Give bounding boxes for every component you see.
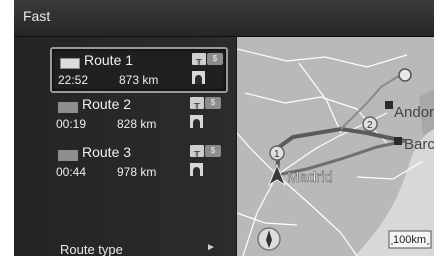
tunnel-icon	[190, 115, 203, 128]
route-marker-1-label: 1	[274, 149, 280, 160]
route-distance: 828 km	[117, 117, 157, 131]
route-color-swatch	[58, 102, 78, 113]
tunnel-icon	[190, 163, 203, 176]
route-color-swatch	[60, 58, 80, 69]
map-scale-label: 100km	[393, 234, 426, 246]
map-view[interactable]: Andor Barc 2 1 Madrid 100km	[236, 37, 434, 256]
route-type-label: Route type	[60, 242, 123, 256]
route-name: Route 2	[82, 96, 132, 112]
destination-pin-icon[interactable]	[398, 68, 412, 82]
highway-icon: ╥	[192, 53, 206, 65]
route-time: 00:44	[56, 165, 87, 179]
route-marker-2-label: 2	[367, 120, 373, 131]
chevron-right-icon: ►	[206, 242, 216, 253]
route-name: Route 3	[82, 144, 132, 160]
toll-icon: $	[205, 145, 221, 157]
barcelona-label: Barc	[404, 136, 434, 153]
map-canvas: Andor Barc 2 1 Madrid 100km	[236, 37, 434, 256]
route-distance: 978 km	[117, 165, 157, 179]
route-option-1[interactable]: Route 1 22:52 873 km ╥ $	[50, 47, 228, 93]
highway-icon: ╥	[190, 97, 204, 109]
page-title: Fast	[23, 8, 51, 24]
route-option-3[interactable]: Route 3 00:44 978 km ╥ $	[50, 141, 224, 183]
andorra-label: Andor	[394, 104, 434, 121]
route-color-swatch	[58, 150, 78, 161]
madrid-label: Madrid	[287, 169, 333, 186]
toll-icon: $	[207, 53, 223, 65]
route-name: Route 1	[84, 52, 134, 68]
route-distance: 873 km	[119, 73, 159, 87]
route-time: 00:19	[56, 117, 87, 131]
route-option-2[interactable]: Route 2 00:19 828 km ╥ $	[50, 93, 224, 135]
navigation-screen: Fast Route 1 22:52 873 km ╥ $ Route 2 00…	[14, 0, 434, 256]
route-time: 22:52	[58, 73, 89, 87]
barcelona-marker	[394, 137, 402, 145]
header-bar: Fast	[14, 0, 434, 37]
tunnel-icon	[192, 71, 205, 84]
route-list-panel: Route 1 22:52 873 km ╥ $ Route 2 00:19 8…	[14, 37, 236, 256]
andorra-marker	[385, 101, 393, 109]
highway-icon: ╥	[190, 145, 204, 157]
toll-icon: $	[205, 97, 221, 109]
